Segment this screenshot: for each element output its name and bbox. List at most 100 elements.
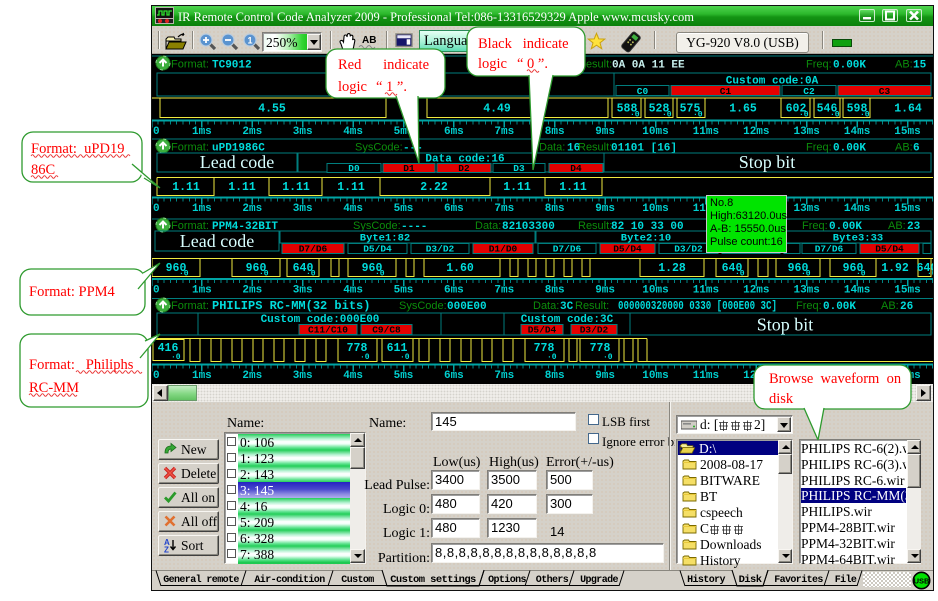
svg-text:Data:: Data:	[533, 300, 559, 312]
svg-text:2ms: 2ms	[242, 285, 262, 297]
svg-text:Z: Z	[164, 546, 169, 554]
svg-text:6ms: 6ms	[444, 285, 464, 297]
svg-text:SysCode:: SysCode:	[399, 300, 447, 312]
svg-text:4ms: 4ms	[343, 203, 363, 215]
svg-text:C1: C1	[720, 86, 732, 97]
svg-text:·0: ·0	[860, 111, 870, 120]
svg-text:Freq:: Freq:	[806, 59, 832, 71]
svg-text:3ms: 3ms	[293, 370, 313, 382]
svg-text:·0: ·0	[735, 270, 745, 279]
svg-text:1ms: 1ms	[192, 285, 212, 297]
svg-text:D1: D1	[403, 163, 415, 174]
svg-text:7ms: 7ms	[494, 370, 514, 382]
svg-text:Lead code: Lead code	[180, 231, 254, 251]
svg-text:1.92: 1.92	[881, 262, 909, 275]
svg-text:General remote: General remote	[163, 574, 239, 586]
svg-text:D5/D4: D5/D4	[875, 244, 904, 255]
svg-text:Format: Philiphs: Format: Philiphs	[29, 357, 134, 373]
svg-text:5ms: 5ms	[394, 126, 414, 138]
svg-text:SysCode:: SysCode:	[353, 220, 401, 232]
svg-text:5ms: 5ms	[394, 370, 414, 382]
svg-text:D3: D3	[513, 163, 525, 174]
svg-text:13ms: 13ms	[793, 126, 819, 138]
svg-text:1.60: 1.60	[446, 262, 474, 275]
svg-text:1.65: 1.65	[729, 103, 757, 116]
svg-text:11ms: 11ms	[693, 285, 719, 297]
svg-text:1.28: 1.28	[658, 262, 686, 275]
svg-text:000000320000 0330 [000E00 3C]: 000000320000 0330 [000E00 3C]	[618, 299, 777, 313]
svg-text:26: 26	[900, 301, 913, 313]
svg-text:TC9012: TC9012	[212, 60, 252, 72]
svg-text:D5/D4: D5/D4	[613, 244, 642, 255]
svg-text:Result:: Result:	[578, 142, 612, 154]
svg-text:6ms: 6ms	[444, 126, 464, 138]
svg-text:·0: ·0	[259, 270, 269, 279]
svg-text:·0: ·0	[306, 270, 316, 279]
svg-text:Format: PPM4: Format: PPM4	[29, 284, 116, 300]
svg-text:0: 0	[153, 370, 160, 382]
svg-text:Format:: Format:	[171, 59, 209, 71]
svg-text:2ms: 2ms	[242, 126, 262, 138]
svg-text:Result:: Result:	[578, 59, 612, 71]
svg-text:12ms: 12ms	[743, 126, 769, 138]
svg-text:4.49: 4.49	[483, 103, 511, 116]
svg-text:10ms: 10ms	[642, 203, 668, 215]
svg-text:15ms: 15ms	[894, 370, 920, 382]
svg-text:0: 0	[153, 126, 160, 138]
svg-text:D1/D0: D1/D0	[489, 244, 518, 255]
svg-text:4ms: 4ms	[343, 370, 363, 382]
svg-text:Upgrade: Upgrade	[580, 574, 618, 586]
svg-text:4.55: 4.55	[258, 103, 286, 116]
svg-text:12ms: 12ms	[743, 285, 769, 297]
svg-text:15ms: 15ms	[894, 126, 920, 138]
svg-text:0A 0A 11 EE: 0A 0A 11 EE	[612, 60, 685, 72]
svg-text:Lead code: Lead code	[200, 152, 274, 172]
svg-text:6ms: 6ms	[444, 370, 464, 382]
svg-text:D3/D2: D3/D2	[580, 325, 609, 336]
svg-text:4ms: 4ms	[343, 285, 363, 297]
svg-text:9ms: 9ms	[595, 285, 615, 297]
svg-text:SysCode:: SysCode:	[355, 142, 403, 154]
svg-text:Stop bit: Stop bit	[757, 315, 814, 335]
svg-text:·0: ·0	[693, 111, 703, 120]
svg-text:1ms: 1ms	[192, 126, 212, 138]
svg-text:Freq:: Freq:	[802, 220, 828, 232]
svg-text:C11/C10: C11/C10	[308, 325, 348, 336]
svg-text:3ms: 3ms	[293, 126, 313, 138]
svg-text:1.11: 1.11	[282, 181, 310, 194]
svg-text:Custom settings: Custom settings	[390, 574, 476, 586]
svg-text:Stop bit: Stop bit	[739, 152, 796, 172]
svg-text:000E00: 000E00	[447, 301, 487, 313]
svg-text:3ms: 3ms	[293, 285, 313, 297]
svg-text:15ms: 15ms	[894, 285, 920, 297]
svg-text:6ms: 6ms	[444, 203, 464, 215]
svg-text:·0: ·0	[662, 111, 672, 120]
svg-text:10ms: 10ms	[642, 370, 668, 382]
svg-text:8ms: 8ms	[545, 285, 565, 297]
svg-text:·0: ·0	[927, 270, 933, 279]
svg-text:Format:: Format:	[171, 300, 209, 312]
svg-text:·0: ·0	[856, 270, 866, 279]
svg-text:Air-condition: Air-condition	[254, 574, 325, 586]
svg-text:C2: C2	[803, 86, 815, 97]
svg-text:1.11: 1.11	[559, 181, 587, 194]
svg-text:D0: D0	[348, 163, 360, 174]
svg-text:Data:: Data:	[539, 142, 565, 154]
svg-text:·0: ·0	[603, 353, 613, 362]
svg-text:History: History	[687, 574, 725, 586]
svg-text:D4: D4	[570, 163, 582, 174]
svg-text:D3/D2: D3/D2	[674, 244, 703, 255]
svg-text:PHILIPS RC-MM(32 bits): PHILIPS RC-MM(32 bits)	[212, 299, 370, 313]
svg-text:0: 0	[153, 203, 160, 215]
svg-text:4ms: 4ms	[343, 126, 363, 138]
svg-text:AB:: AB:	[888, 220, 906, 232]
svg-text:1ms: 1ms	[192, 370, 212, 382]
svg-text:Others: Others	[536, 574, 569, 586]
svg-text:2ms: 2ms	[242, 370, 262, 382]
svg-text:1.11: 1.11	[503, 181, 531, 194]
svg-text:C3: C3	[879, 86, 891, 97]
svg-text:1: 1	[247, 36, 252, 46]
svg-text:·0: ·0	[400, 353, 410, 362]
svg-text:·0: ·0	[375, 270, 385, 279]
svg-text:12ms: 12ms	[743, 370, 769, 382]
